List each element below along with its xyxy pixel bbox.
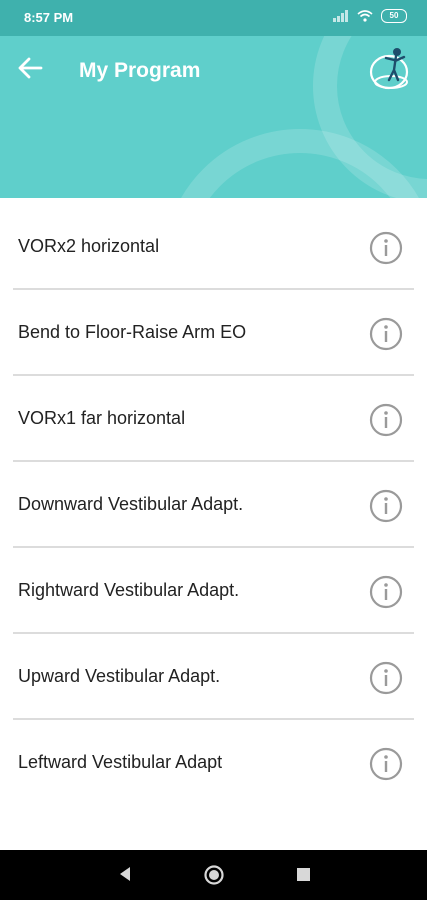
system-navigation-bar bbox=[0, 850, 427, 900]
exercise-list-item[interactable]: VORx2 horizontal bbox=[13, 204, 414, 290]
status-bar: 8:57 PM 50 bbox=[0, 0, 427, 36]
info-icon[interactable] bbox=[369, 231, 403, 265]
status-icons: 50 bbox=[333, 9, 407, 23]
info-icon[interactable] bbox=[369, 489, 403, 523]
exercise-list-item[interactable]: VORx1 far horizontal bbox=[13, 376, 414, 462]
exercise-list-item[interactable]: Rightward Vestibular Adapt. bbox=[13, 548, 414, 634]
info-icon[interactable] bbox=[369, 575, 403, 609]
exercise-label: VORx2 horizontal bbox=[18, 236, 160, 256]
wifi-icon bbox=[357, 10, 373, 22]
exercise-list-item[interactable]: Leftward Vestibular Adapt bbox=[13, 720, 414, 806]
exercise-label: VORx1 far horizontal bbox=[18, 408, 186, 428]
info-icon[interactable] bbox=[369, 317, 403, 351]
back-arrow-icon bbox=[18, 57, 43, 79]
exercise-label: Leftward Vestibular Adapt bbox=[18, 752, 223, 772]
app-logo-icon bbox=[369, 48, 409, 90]
exercise-label: Downward Vestibular Adapt. bbox=[18, 494, 244, 514]
info-icon[interactable] bbox=[369, 747, 403, 781]
signal-icon bbox=[333, 10, 348, 22]
exercise-label: Upward Vestibular Adapt. bbox=[18, 666, 221, 686]
exercise-list: VORx2 horizontal Bend to Floor-Raise Arm… bbox=[0, 204, 427, 806]
nav-recents-icon[interactable] bbox=[295, 864, 313, 884]
exercise-label: Bend to Floor-Raise Arm EO bbox=[18, 322, 247, 342]
page-title: My Program bbox=[79, 59, 201, 82]
status-time: 8:57 PM bbox=[24, 10, 74, 25]
nav-home-icon[interactable] bbox=[203, 864, 225, 886]
battery-icon: 50 bbox=[381, 9, 407, 23]
info-icon[interactable] bbox=[369, 661, 403, 695]
back-button[interactable] bbox=[14, 52, 46, 84]
app-bar: My Program bbox=[0, 36, 427, 198]
exercise-list-item[interactable]: Upward Vestibular Adapt. bbox=[13, 634, 414, 720]
background-arcs-decoration bbox=[181, 36, 427, 198]
exercise-list-item[interactable]: Bend to Floor-Raise Arm EO bbox=[13, 290, 414, 376]
nav-back-icon[interactable] bbox=[115, 864, 135, 884]
info-icon[interactable] bbox=[369, 403, 403, 437]
exercise-list-item[interactable]: Downward Vestibular Adapt. bbox=[13, 462, 414, 548]
exercise-label: Rightward Vestibular Adapt. bbox=[18, 580, 240, 600]
